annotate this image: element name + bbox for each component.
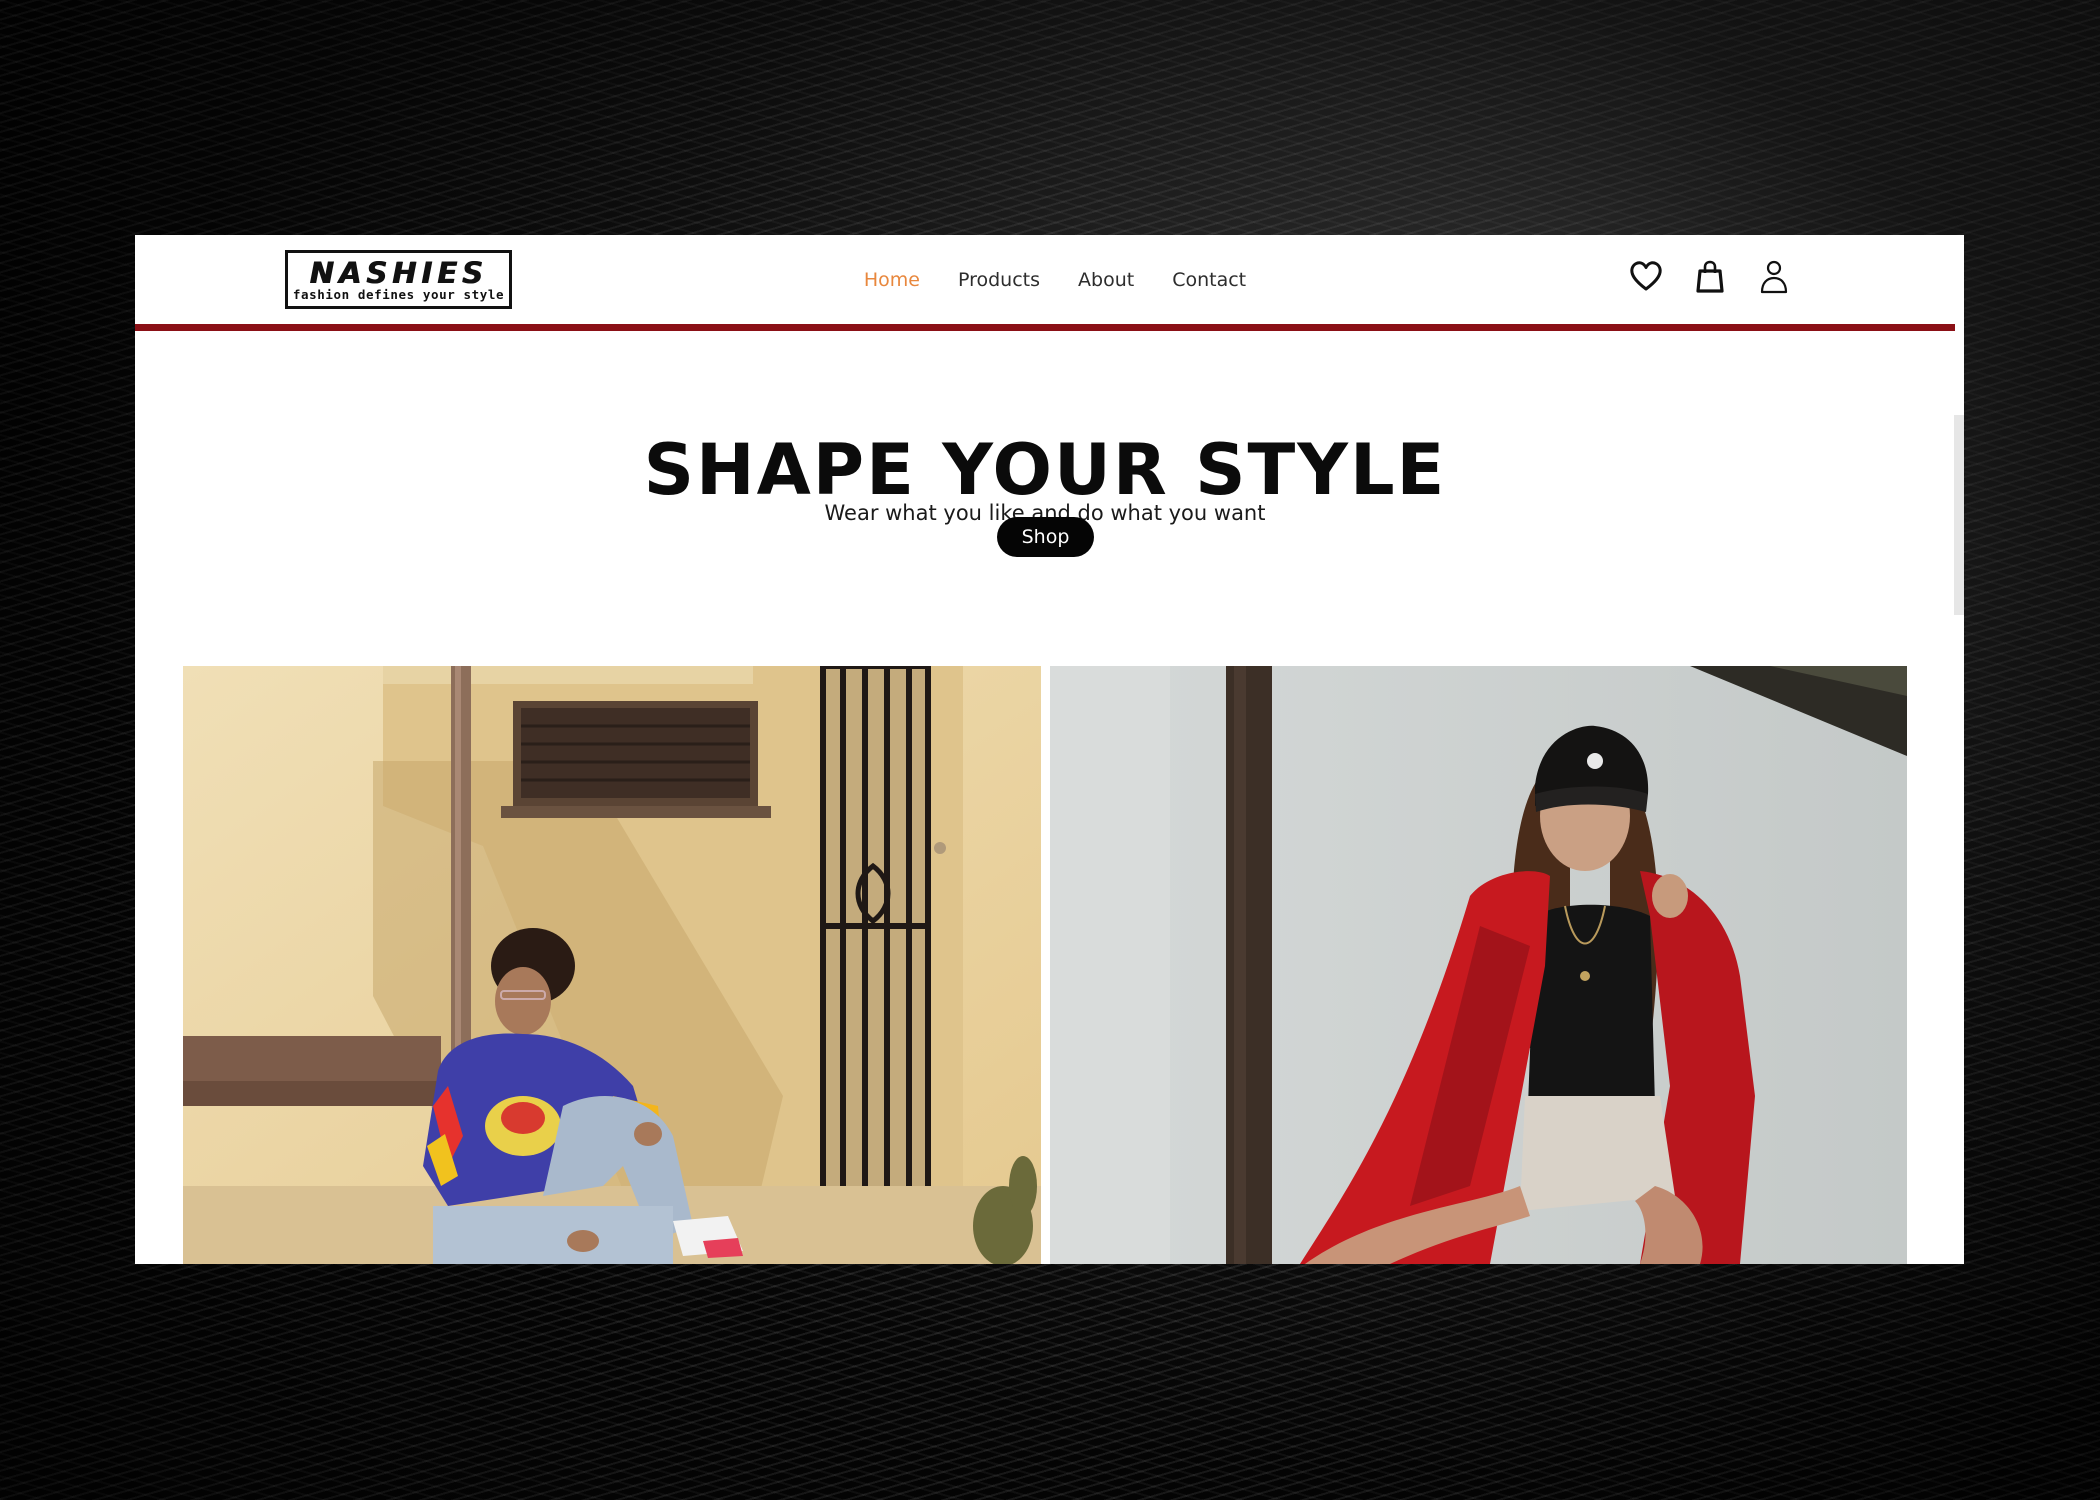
man-in-hockey-jersey-photo[interactable] bbox=[183, 666, 1041, 1264]
website-window: NASHIES fashion defines your style Home … bbox=[135, 235, 1964, 1264]
nav-link-products[interactable]: Products bbox=[958, 269, 1040, 291]
navbar: NASHIES fashion defines your style Home … bbox=[135, 235, 1955, 324]
shopping-bag-icon[interactable] bbox=[1693, 259, 1727, 295]
woman-in-red-jacket-photo[interactable] bbox=[1050, 666, 1907, 1264]
nav-icon-group bbox=[1629, 259, 1791, 295]
heart-icon[interactable] bbox=[1629, 259, 1663, 295]
navbar-divider bbox=[135, 324, 1955, 331]
shop-button[interactable]: Shop bbox=[997, 517, 1094, 557]
user-icon[interactable] bbox=[1757, 259, 1791, 295]
nav-link-contact[interactable]: Contact bbox=[1172, 269, 1246, 291]
hero-title: SHAPE YOUR STYLE bbox=[643, 428, 1447, 511]
nav-link-about[interactable]: About bbox=[1078, 269, 1134, 291]
nav-link-home[interactable]: Home bbox=[864, 269, 920, 291]
scrollbar-thumb[interactable] bbox=[1954, 415, 1964, 615]
